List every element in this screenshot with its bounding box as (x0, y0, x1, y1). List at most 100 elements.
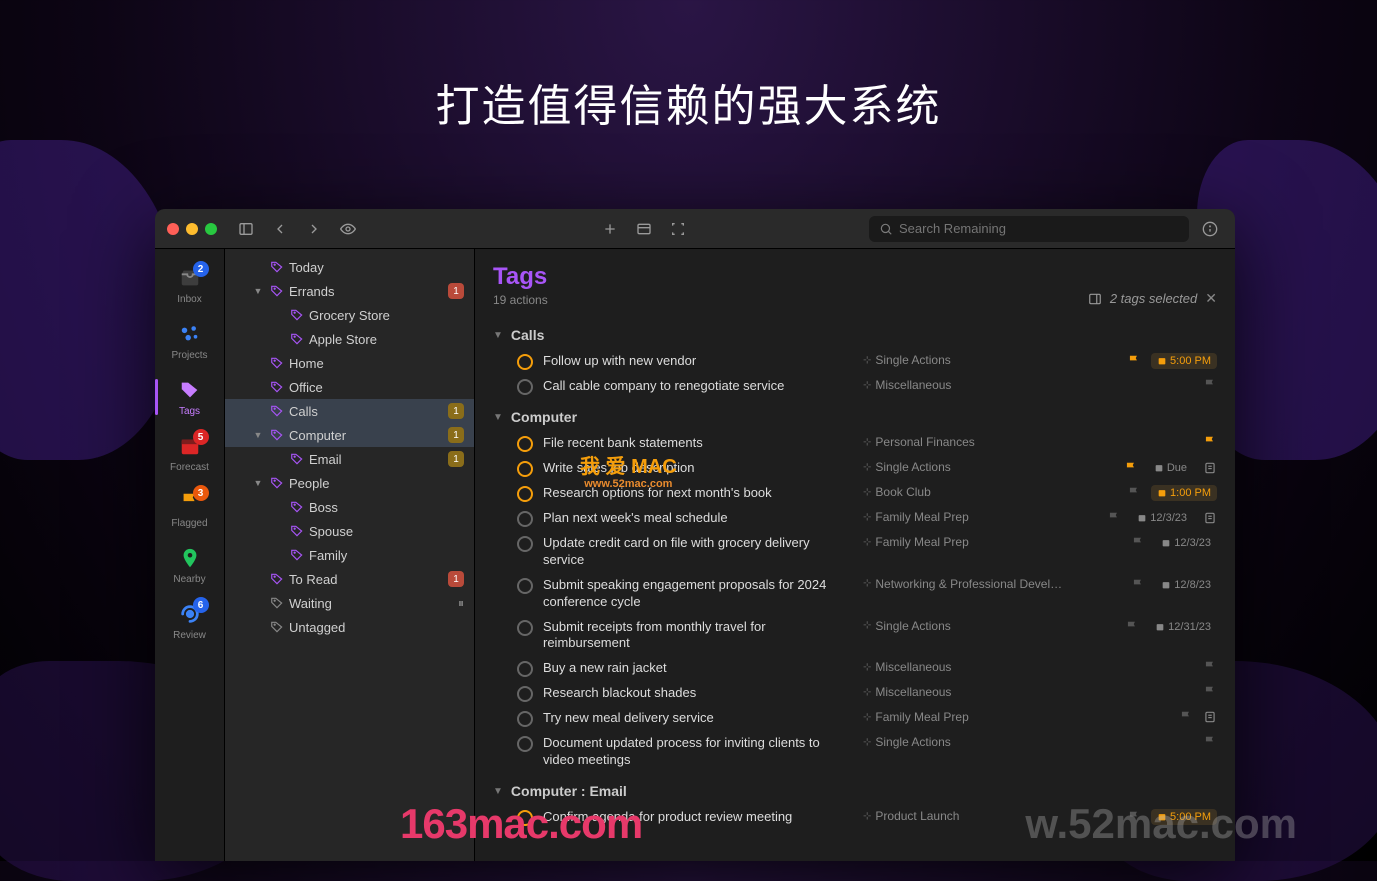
tag-label: Computer (289, 428, 444, 443)
tag-icon (289, 547, 305, 563)
task-row[interactable]: Research blackout shades⊹Miscellaneous (475, 681, 1235, 706)
status-circle[interactable] (517, 511, 533, 527)
status-circle[interactable] (517, 620, 533, 636)
search-input[interactable] (899, 221, 1179, 236)
info-icon[interactable] (1197, 216, 1223, 242)
search-field[interactable] (869, 216, 1189, 242)
focus-icon[interactable] (665, 216, 691, 242)
flag-icon[interactable] (1203, 378, 1217, 392)
task-row[interactable]: Buy a new rain jacket⊹Miscellaneous (475, 656, 1235, 681)
sidebar-tag-home[interactable]: Home (225, 351, 474, 375)
status-circle[interactable] (517, 661, 533, 677)
sidebar-tag-family[interactable]: Family (225, 543, 474, 567)
add-icon[interactable] (597, 216, 623, 242)
sidebar-tag-waiting[interactable]: Waiting⏸ (225, 591, 474, 615)
due-pill: Due (1148, 460, 1193, 476)
sidebar-tag-calls[interactable]: Calls1 (225, 399, 474, 423)
rail-inbox[interactable]: 2Inbox (160, 259, 220, 311)
flag-icon[interactable] (1125, 620, 1139, 634)
flag-icon[interactable] (1127, 486, 1141, 500)
sidebar-tag-computer[interactable]: ▼Computer1 (225, 423, 474, 447)
tag-icon (269, 403, 285, 419)
perspective-rail: 2InboxProjectsTags5Forecast3FlaggedNearb… (155, 249, 225, 861)
quick-entry-icon[interactable] (631, 216, 657, 242)
sidebar-tag-email[interactable]: Email1 (225, 447, 474, 471)
rail-tags[interactable]: Tags (160, 371, 220, 423)
sidebar-tag-people[interactable]: ▼People (225, 471, 474, 495)
task-title: File recent bank statements (543, 435, 853, 452)
clear-selection-icon[interactable]: ✕ (1205, 290, 1217, 307)
sidebar-tag-untagged[interactable]: Untagged (225, 615, 474, 639)
eye-icon[interactable] (335, 216, 361, 242)
flag-icon[interactable] (1203, 435, 1217, 449)
view-subtitle: 19 actions (493, 293, 548, 307)
tag-icon (269, 619, 285, 635)
task-meta: 12/3/23 (1073, 510, 1217, 526)
watermark: 我 爱 MAC www.52mac.com (580, 456, 677, 490)
task-row[interactable]: Update credit card on file with grocery … (475, 531, 1235, 573)
tag-icon (289, 523, 305, 539)
selection-indicator: 2 tags selected ✕ (1088, 290, 1217, 307)
task-row[interactable]: Submit speaking engagement proposals for… (475, 573, 1235, 615)
task-title: Submit speaking engagement proposals for… (543, 577, 853, 611)
task-row[interactable]: Plan next week's meal schedule⊹Family Me… (475, 506, 1235, 531)
flag-icon[interactable] (1203, 735, 1217, 749)
rail-label: Inbox (177, 294, 201, 305)
sidebar-tag-apple-store[interactable]: Apple Store (225, 327, 474, 351)
status-circle[interactable] (517, 736, 533, 752)
back-icon[interactable] (267, 216, 293, 242)
tag-label: To Read (289, 572, 444, 587)
due-pill: 12/3/23 (1155, 535, 1217, 551)
group-name: Calls (511, 327, 544, 343)
task-row[interactable]: Follow up with new vendor⊹Single Actions… (475, 349, 1235, 374)
tag-icon (269, 595, 285, 611)
rail-forecast[interactable]: 5Forecast (160, 427, 220, 479)
sidebar-tag-errands[interactable]: ▼Errands1 (225, 279, 474, 303)
rail-projects[interactable]: Projects (160, 315, 220, 367)
flag-icon[interactable] (1179, 710, 1193, 724)
sidebar-toggle-icon[interactable] (233, 216, 259, 242)
status-circle[interactable] (517, 379, 533, 395)
status-circle[interactable] (517, 686, 533, 702)
task-row[interactable]: File recent bank statements⊹Personal Fin… (475, 431, 1235, 456)
task-row[interactable]: Call cable company to renegotiate servic… (475, 374, 1235, 399)
tag-label: Home (289, 356, 464, 371)
sidebar-tag-office[interactable]: Office (225, 375, 474, 399)
task-row[interactable]: Try new meal delivery service⊹Family Mea… (475, 706, 1235, 731)
task-row[interactable]: Submit receipts from monthly travel for … (475, 615, 1235, 657)
sidebar-tag-spouse[interactable]: Spouse (225, 519, 474, 543)
sidebar-tag-grocery-store[interactable]: Grocery Store (225, 303, 474, 327)
tag-label: Today (289, 260, 464, 275)
sidebar-tag-today[interactable]: Today (225, 255, 474, 279)
status-circle[interactable] (517, 436, 533, 452)
close-dot[interactable] (167, 223, 179, 235)
tags-icon (177, 377, 203, 403)
flag-icon[interactable] (1124, 461, 1138, 475)
tags-sidebar: Today ▼Errands1Grocery StoreApple Store Ho… (225, 249, 475, 861)
sidebar-tag-boss[interactable]: Boss (225, 495, 474, 519)
group-header[interactable]: ▼Computer (475, 399, 1235, 431)
forward-icon[interactable] (301, 216, 327, 242)
zoom-dot[interactable] (205, 223, 217, 235)
status-circle[interactable] (517, 578, 533, 594)
status-circle[interactable] (517, 461, 533, 477)
flag-icon[interactable] (1203, 660, 1217, 674)
group-header[interactable]: ▼ Calls (475, 317, 1235, 349)
status-circle[interactable] (517, 711, 533, 727)
sidebar-tag-to-read[interactable]: To Read1 (225, 567, 474, 591)
status-circle[interactable] (517, 536, 533, 552)
flag-icon[interactable] (1127, 354, 1141, 368)
flag-icon[interactable] (1107, 511, 1121, 525)
status-circle[interactable] (517, 354, 533, 370)
flag-icon[interactable] (1203, 685, 1217, 699)
rail-nearby[interactable]: Nearby (160, 539, 220, 591)
rail-flagged[interactable]: 3Flagged (160, 483, 220, 535)
flag-icon[interactable] (1131, 536, 1145, 550)
chevron-down-icon: ▼ (493, 330, 503, 341)
headline: 打造值得信赖的强大系统 (0, 70, 1377, 134)
minimize-dot[interactable] (186, 223, 198, 235)
task-row[interactable]: Document updated process for inviting cl… (475, 731, 1235, 773)
status-circle[interactable] (517, 486, 533, 502)
flag-icon[interactable] (1131, 578, 1145, 592)
rail-review[interactable]: 6Review (160, 595, 220, 647)
